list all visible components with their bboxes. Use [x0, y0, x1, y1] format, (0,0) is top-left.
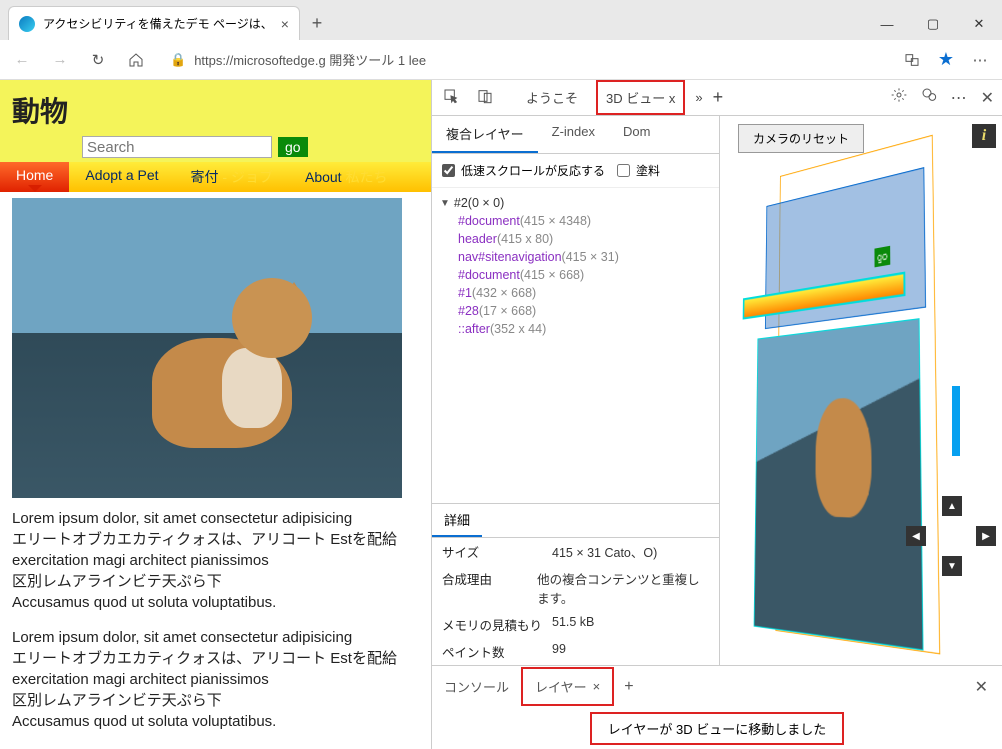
- paragraph-1: Lorem ipsum dolor, sit amet consectetur …: [12, 508, 419, 613]
- tree-item[interactable]: #document(415 × 4348): [436, 212, 715, 230]
- tree-item[interactable]: #document(415 × 668): [436, 266, 715, 284]
- url-text: https://microsoftedge.g 開発ツール 1 lee: [194, 50, 426, 69]
- browser-tab[interactable]: アクセシビリティを備えたデモ ページは、 ×: [8, 6, 300, 40]
- page-viewport: 動物 go Home Adopt a Pet 寄付 - ジョブ About 私た…: [0, 80, 432, 749]
- new-tab-button[interactable]: +: [300, 6, 334, 40]
- devtools-header: ようこそ 3D ビュー x » + ⋯ ✕: [432, 80, 1002, 116]
- nav-item-about[interactable]: About 私たち: [289, 162, 403, 192]
- browser-toolbar: ← → ↻ 🔒 https://microsoftedge.g 開発ツール 1 …: [0, 40, 1002, 80]
- devtools-panel: ようこそ 3D ビュー x » + ⋯ ✕ 複合レイヤー Z-ind: [432, 80, 1002, 749]
- address-bar[interactable]: 🔒 https://microsoftedge.g 開発ツール 1 lee: [162, 46, 878, 73]
- 3d-scroll-indicator: [952, 386, 960, 456]
- page-body: Lorem ipsum dolor, sit amet consectetur …: [0, 192, 431, 749]
- devtools-close-icon[interactable]: ✕: [981, 88, 994, 108]
- page-title: 動物: [12, 90, 419, 130]
- page-header: 動物 go: [0, 80, 431, 162]
- pan-left-button[interactable]: ◀: [906, 526, 926, 546]
- tab-close-icon[interactable]: ×: [281, 16, 289, 32]
- tree-item[interactable]: #28(17 × 668): [436, 302, 715, 320]
- drawer-tab-layers[interactable]: レイヤー ×: [521, 667, 614, 706]
- 3d-layer[interactable]: go: [874, 246, 890, 268]
- search-go-button[interactable]: go: [278, 137, 308, 157]
- toast-row: レイヤーが 3D ビューに移動しました: [432, 707, 1002, 749]
- reset-camera-button[interactable]: カメラのリセット: [738, 124, 864, 153]
- reload-button[interactable]: ↻: [86, 48, 110, 72]
- tab-welcome[interactable]: ようこそ: [518, 82, 586, 113]
- nav-item-home[interactable]: Home: [0, 162, 69, 192]
- feedback-icon[interactable]: [921, 87, 937, 108]
- drawer-close-button[interactable]: ✕: [961, 677, 1002, 697]
- 3d-view-canvas[interactable]: カメラのリセット i go ▲ ◀ ▶ ▼: [720, 116, 1002, 665]
- browser-menu-button[interactable]: ⋯: [968, 48, 992, 72]
- subtab-composite[interactable]: 複合レイヤー: [432, 116, 538, 153]
- pan-right-button[interactable]: ▶: [976, 526, 996, 546]
- layer-tree[interactable]: ▼#2(0 × 0) #document(415 × 4348) header(…: [432, 188, 719, 503]
- tree-item[interactable]: nav#sitenavigation(415 × 31): [436, 248, 715, 266]
- home-icon: [128, 52, 144, 68]
- window-close-button[interactable]: ✕: [956, 8, 1002, 40]
- pan-up-button[interactable]: ▲: [942, 496, 962, 516]
- paragraph-2: Lorem ipsum dolor, sit amet consectetur …: [12, 627, 419, 732]
- window-controls: — ▢ ✕: [864, 8, 1002, 40]
- favorite-star-icon[interactable]: ★: [938, 49, 954, 70]
- device-emulation-icon[interactable]: [474, 88, 496, 107]
- layer-details: 詳細 サイズ415 × 31 Cato、O) 合成理由他の複合コンテンツと重複し…: [432, 503, 719, 665]
- padlock-icon: 🔒: [170, 52, 186, 68]
- toast-message: レイヤーが 3D ビューに移動しました: [590, 712, 844, 745]
- options-row: 低速スクロールが反応する 塗料: [432, 154, 719, 188]
- close-icon[interactable]: ×: [593, 679, 601, 694]
- window-minimize-button[interactable]: —: [864, 8, 910, 40]
- devtools-drawer: コンソール レイヤー × + ✕: [432, 665, 1002, 707]
- pan-down-button[interactable]: ▼: [942, 556, 962, 576]
- paint-checkbox[interactable]: [617, 164, 630, 177]
- drawer-add-tab[interactable]: +: [614, 678, 643, 696]
- settings-gear-icon[interactable]: [891, 87, 907, 108]
- tab-3dview[interactable]: 3D ビュー x: [596, 80, 685, 115]
- subtab-dom[interactable]: Dom: [609, 116, 664, 153]
- translate-icon[interactable]: [900, 48, 924, 72]
- devtools-sidebar: 複合レイヤー Z-index Dom 低速スクロールが反応する 塗料 ▼#2(0…: [432, 116, 720, 665]
- window-maximize-button[interactable]: ▢: [910, 8, 956, 40]
- inspect-element-icon[interactable]: [440, 88, 462, 107]
- slow-scroll-checkbox[interactable]: [442, 164, 455, 177]
- 3d-scene: go: [750, 176, 982, 605]
- hero-image: [12, 198, 402, 498]
- subtabs: 複合レイヤー Z-index Dom: [432, 116, 719, 154]
- subtab-zindex[interactable]: Z-index: [538, 116, 609, 153]
- home-button[interactable]: [124, 48, 148, 72]
- tabs-overflow-icon[interactable]: »: [695, 90, 702, 105]
- nav-forward-button[interactable]: →: [48, 48, 72, 72]
- search-input[interactable]: [82, 136, 272, 158]
- edge-favicon: [19, 16, 35, 32]
- nav-back-button[interactable]: ←: [10, 48, 34, 72]
- tree-root[interactable]: ▼#2(0 × 0): [436, 194, 715, 212]
- slow-scroll-label: 低速スクロールが反応する: [461, 162, 605, 179]
- add-tab-button[interactable]: +: [713, 87, 724, 108]
- site-nav: Home Adopt a Pet 寄付 - ジョブ About 私たち: [0, 162, 431, 192]
- drawer-tab-console[interactable]: コンソール: [432, 669, 521, 704]
- window-titlebar: アクセシビリティを備えたデモ ページは、 × + — ▢ ✕: [0, 0, 1002, 40]
- tree-item[interactable]: #1(432 × 668): [436, 284, 715, 302]
- details-tab[interactable]: 詳細: [432, 504, 482, 537]
- paint-label: 塗料: [636, 162, 660, 179]
- nav-item-donate[interactable]: 寄付 - ジョブ: [175, 162, 289, 192]
- nav-item-adopt[interactable]: Adopt a Pet: [69, 162, 174, 192]
- 3d-layer[interactable]: [754, 318, 924, 651]
- tree-item[interactable]: ::after(352 x 44): [436, 320, 715, 338]
- tree-item[interactable]: header(415 x 80): [436, 230, 715, 248]
- tab-title: アクセシビリティを備えたデモ ページは、: [43, 15, 273, 32]
- info-icon[interactable]: i: [972, 124, 996, 148]
- cat-illustration: [132, 248, 322, 458]
- devtools-menu-icon[interactable]: ⋯: [951, 88, 967, 108]
